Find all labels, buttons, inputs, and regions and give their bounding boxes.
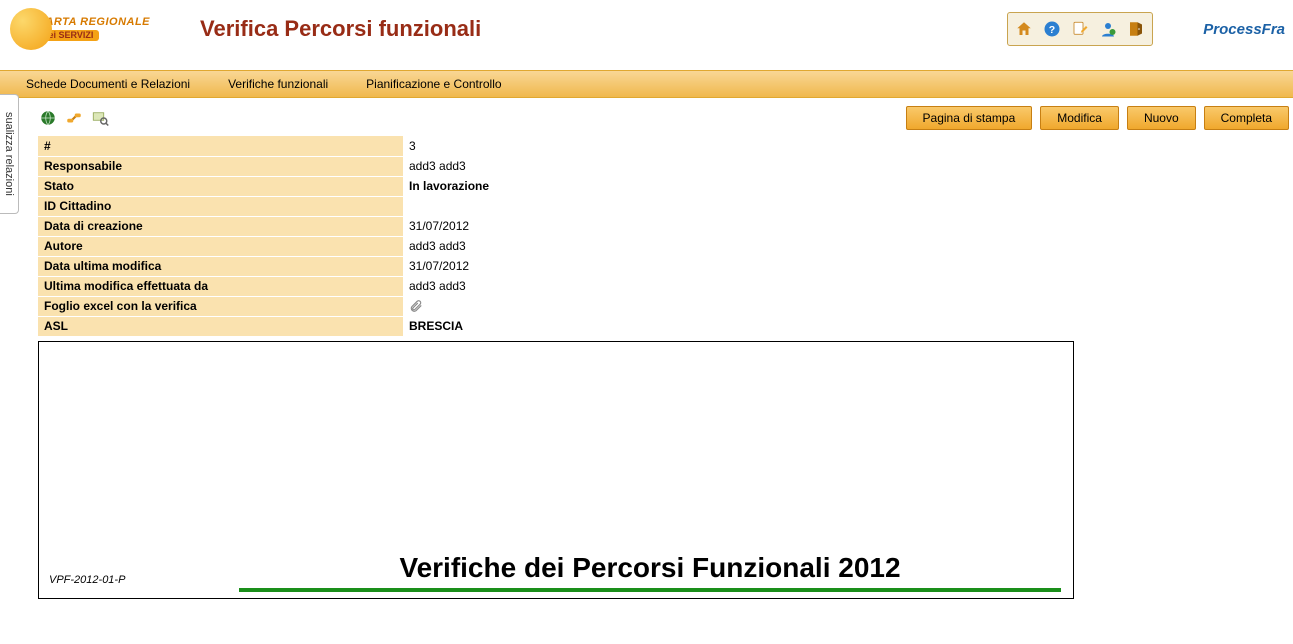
field-value-status: In lavorazione bbox=[403, 176, 1289, 196]
field-label: # bbox=[38, 136, 403, 156]
document-id: VPF-2012-01-P bbox=[49, 574, 125, 586]
page-title: Verifica Percorsi funzionali bbox=[200, 16, 481, 42]
field-value: 31/07/2012 bbox=[403, 256, 1289, 276]
field-label: Data ultima modifica bbox=[38, 256, 403, 276]
field-value: 3 bbox=[403, 136, 1289, 156]
document-preview: VPF-2012-01-P Verifiche dei Percorsi Fun… bbox=[38, 341, 1074, 599]
field-value: add3 add3 bbox=[403, 276, 1289, 296]
field-label: Stato bbox=[38, 176, 403, 196]
main-content: Pagina di stampa Modifica Nuovo Completa… bbox=[38, 106, 1289, 599]
field-label: Autore bbox=[38, 236, 403, 256]
table-row: Autore add3 add3 bbox=[38, 236, 1289, 256]
help-icon[interactable]: ? bbox=[1039, 16, 1065, 42]
paperclip-icon bbox=[409, 299, 1283, 313]
table-row: Stato In lavorazione bbox=[38, 176, 1289, 196]
link-icon[interactable] bbox=[64, 108, 84, 128]
edit-doc-icon[interactable] bbox=[1067, 16, 1093, 42]
toolbar-row: Pagina di stampa Modifica Nuovo Completa bbox=[38, 106, 1289, 130]
table-row: Ultima modifica effettuata da add3 add3 bbox=[38, 276, 1289, 296]
document-title-wrap: Verifiche dei Percorsi Funzionali 2012 bbox=[239, 552, 1061, 592]
svg-text:?: ? bbox=[1049, 24, 1055, 36]
menu-item-pianificazione[interactable]: Pianificazione e Controllo bbox=[362, 75, 505, 93]
field-value-attachment[interactable] bbox=[403, 296, 1289, 316]
app-logo: CARTA REGIONALE dei SERVIZI bbox=[10, 8, 150, 50]
exit-icon[interactable] bbox=[1123, 16, 1149, 42]
zoom-icon[interactable] bbox=[90, 108, 110, 128]
top-icon-bar: ? bbox=[1007, 12, 1153, 46]
action-buttons: Pagina di stampa Modifica Nuovo Completa bbox=[906, 106, 1289, 130]
mini-icon-bar bbox=[38, 108, 110, 128]
field-label: Foglio excel con la verifica bbox=[38, 296, 403, 316]
field-label: Ultima modifica effettuata da bbox=[38, 276, 403, 296]
menu-bar: Schede Documenti e Relazioni Verifiche f… bbox=[0, 70, 1293, 98]
side-panel-tab-label: sualizza relazioni bbox=[3, 112, 15, 196]
field-value: add3 add3 bbox=[403, 156, 1289, 176]
field-value: BRESCIA bbox=[403, 316, 1289, 336]
field-label: Responsabile bbox=[38, 156, 403, 176]
menu-item-verifiche[interactable]: Verifiche funzionali bbox=[224, 75, 332, 93]
complete-button[interactable]: Completa bbox=[1204, 106, 1289, 130]
header: CARTA REGIONALE dei SERVIZI Verifica Per… bbox=[0, 0, 1293, 70]
table-row: Foglio excel con la verifica bbox=[38, 296, 1289, 316]
field-value bbox=[403, 196, 1289, 216]
menu-item-schede[interactable]: Schede Documenti e Relazioni bbox=[22, 75, 194, 93]
side-panel-tab[interactable]: sualizza relazioni bbox=[0, 94, 19, 214]
logo-line1: CARTA REGIONALE bbox=[37, 17, 150, 28]
table-row: Data ultima modifica 31/07/2012 bbox=[38, 256, 1289, 276]
table-row: ASL BRESCIA bbox=[38, 316, 1289, 336]
field-label: Data di creazione bbox=[38, 216, 403, 236]
table-row: # 3 bbox=[38, 136, 1289, 156]
user-icon[interactable] bbox=[1095, 16, 1121, 42]
field-value: add3 add3 bbox=[403, 236, 1289, 256]
new-button[interactable]: Nuovo bbox=[1127, 106, 1196, 130]
details-table: # 3 Responsabile add3 add3 Stato In lavo… bbox=[38, 136, 1289, 337]
table-row: ID Cittadino bbox=[38, 196, 1289, 216]
table-row: Responsabile add3 add3 bbox=[38, 156, 1289, 176]
document-title: Verifiche dei Percorsi Funzionali 2012 bbox=[239, 552, 1061, 592]
field-value: 31/07/2012 bbox=[403, 216, 1289, 236]
logo-circle-icon bbox=[10, 8, 52, 50]
logo-text: CARTA REGIONALE dei SERVIZI bbox=[37, 17, 150, 41]
field-label: ASL bbox=[38, 316, 403, 336]
print-page-button[interactable]: Pagina di stampa bbox=[906, 106, 1033, 130]
table-row: Data di creazione 31/07/2012 bbox=[38, 216, 1289, 236]
home-icon[interactable] bbox=[1011, 16, 1037, 42]
field-label: ID Cittadino bbox=[38, 196, 403, 216]
edit-button[interactable]: Modifica bbox=[1040, 106, 1119, 130]
globe-refresh-icon[interactable] bbox=[38, 108, 58, 128]
brand-secondary: ProcessFra bbox=[1203, 21, 1285, 38]
